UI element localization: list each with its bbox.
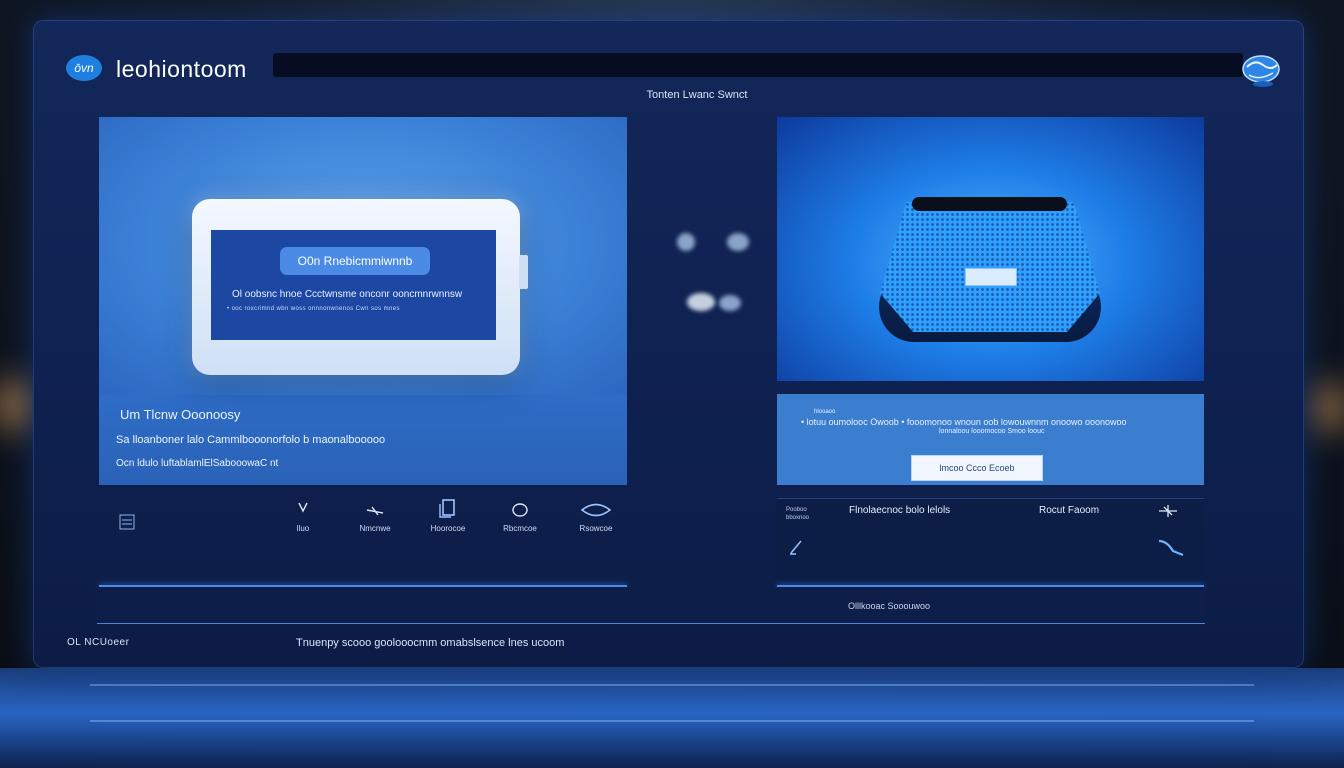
blurred-dot xyxy=(677,233,695,251)
plane-icon xyxy=(366,506,384,516)
pen-icon[interactable] xyxy=(787,537,807,557)
left-hero-panel: O0n Rnebicmmiwnnb Ol oobsnc hnoe Ccctwns… xyxy=(99,117,627,485)
document-icon xyxy=(439,499,455,518)
tool-label: lluo xyxy=(296,524,310,533)
capsule-icon xyxy=(580,503,612,517)
device-knob xyxy=(519,255,528,289)
info-text: lonnaloou looomocoo Smoo loouc xyxy=(939,428,1045,435)
info-text: • lotuu oumolooc Owoob • fooomonoo wnoun… xyxy=(801,417,1127,427)
right-info-card: hlooaoo • lotuu oumolooc Owoob • fooomon… xyxy=(777,394,1204,485)
hook-icon[interactable] xyxy=(1155,537,1187,559)
left-panel-heading: Um Tlcnw Ooonoosy xyxy=(120,407,241,422)
blurred-dot xyxy=(719,295,741,311)
app-window: ōvn leohiontoom Tonten Lwanc Swnct O0n R… xyxy=(33,20,1304,668)
lower-band xyxy=(97,587,1205,623)
tool-label: Nmcnwe xyxy=(359,524,391,533)
logo-badge[interactable]: ōvn xyxy=(66,55,102,81)
info-tag: hlooaoo xyxy=(814,409,836,415)
cursor-icon xyxy=(298,502,308,513)
speaker-top xyxy=(912,197,1067,211)
left-panel-text: Sa lloanboner lalo Cammlbooonorfolo b ma… xyxy=(116,434,386,446)
top-bar xyxy=(273,53,1243,77)
app-title: leohiontoom xyxy=(116,56,247,82)
speaker-label xyxy=(965,268,1017,286)
left-panel-text: Ocn ldulo luftablamlElSabooowaC nt xyxy=(116,458,279,469)
globe-icon[interactable] xyxy=(1239,53,1283,89)
tool-item-1[interactable]: lluo xyxy=(268,501,338,533)
footer-left-text: OL NCUoeer xyxy=(67,637,130,648)
tool-item-4[interactable]: Rbcmcoe xyxy=(485,501,555,533)
band-rule xyxy=(97,623,1205,624)
tool-label: Hoorocoe xyxy=(430,524,466,533)
right-lower-title: Flnolaecnoc bolo lelols xyxy=(849,505,951,516)
background-glow xyxy=(1316,385,1344,430)
tool-label: Rbcmcoe xyxy=(503,524,537,533)
tool-item-2[interactable]: Nmcnwe xyxy=(340,501,410,533)
tool-item-3[interactable]: Hoorocoe xyxy=(413,499,483,533)
circle-icon xyxy=(512,503,528,517)
screen-pill-button[interactable]: O0n Rnebicmmiwnnb xyxy=(280,247,430,275)
right-product-panel xyxy=(777,117,1204,381)
background-glow xyxy=(0,380,30,430)
right-lower-label: Rocut Faoom xyxy=(1039,505,1100,516)
center-caption: Tonten Lwanc Swnct xyxy=(646,89,748,101)
info-action-button[interactable]: lmcoo Ccco Ecoeb xyxy=(911,455,1043,481)
tool-label: Rsowcoe xyxy=(579,524,613,533)
tool-item-5[interactable]: Rsowcoe xyxy=(561,501,631,533)
speaker-image xyxy=(880,202,1100,332)
reflective-floor xyxy=(0,668,1344,768)
footer-center-text: Tnuenpy scooo goolooocmm omabslsence lne… xyxy=(296,637,565,649)
right-lower-caption: Pooboo bboxnoo xyxy=(786,507,810,521)
star-icon[interactable] xyxy=(1157,503,1179,519)
screen-text-line: • ooc roxcrimnd wbn woss onnnonwnenos Cw… xyxy=(227,306,400,312)
blurred-dot xyxy=(727,233,749,251)
grid-icon[interactable] xyxy=(119,514,135,530)
screen-text-line: Ol oobsnc hnoe Ccctwnsme onconr ooncmnrw… xyxy=(232,289,463,300)
blurred-dot xyxy=(687,293,715,311)
band-caption: Olllkooac Sooouwoo xyxy=(848,601,931,611)
right-lower-panel: Pooboo bboxnoo Flnolaecnoc bolo lelols R… xyxy=(777,498,1204,587)
